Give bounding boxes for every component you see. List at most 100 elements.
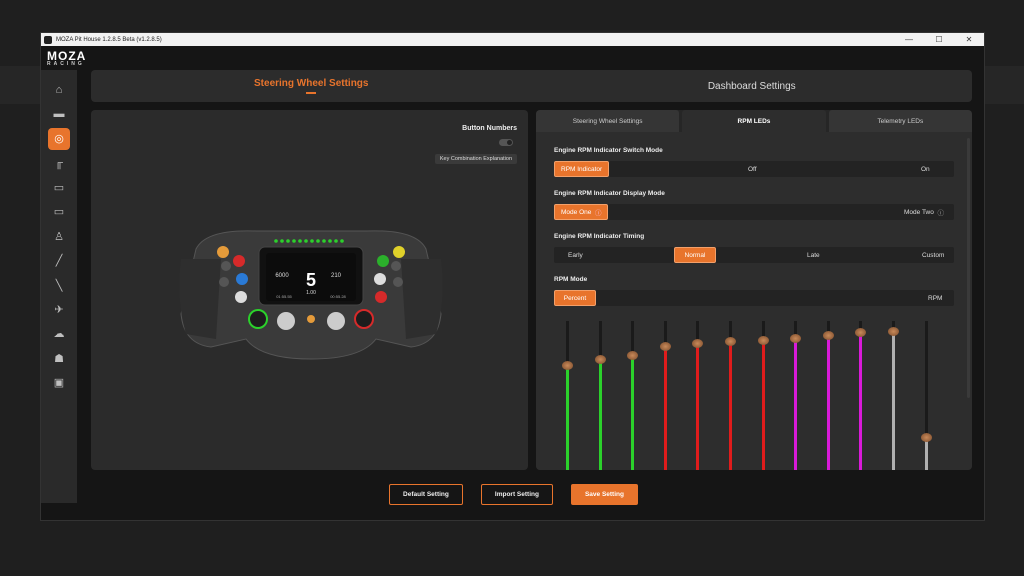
rpm-led-fill: [859, 333, 863, 470]
sidebar-item-home[interactable]: ⌂: [48, 79, 70, 101]
top-tab-bar: Steering Wheel Settings Dashboard Settin…: [91, 70, 972, 102]
option-percent[interactable]: Percent: [554, 290, 596, 306]
display-time2: 00:55.28: [330, 294, 346, 299]
subtab-telemetry-leds[interactable]: Telemetry LEDs: [828, 110, 972, 132]
rpm-led-slider-10[interactable]: [855, 321, 867, 470]
rpm-led-fill: [924, 438, 928, 470]
option-custom[interactable]: Custom: [916, 247, 950, 263]
option-mode-one[interactable]: Mode One ⓘ: [554, 204, 609, 220]
display-value3: 1.00: [306, 290, 316, 296]
rpm-led-handle[interactable]: [790, 334, 802, 343]
title-bar: MOZA Pit House 1.2.8.5 Beta (v1.2.8.5) —…: [41, 33, 984, 46]
import-setting-button[interactable]: Import Setting: [480, 484, 553, 505]
display-speed: 6000: [275, 273, 289, 279]
sub-tab-bar: Steering Wheel Settings RPM LEDs Telemet…: [536, 110, 972, 132]
tab-label: Dashboard Settings: [707, 80, 796, 92]
sidebar-item-user[interactable]: ☗: [48, 347, 70, 369]
rpm-led-fill: [794, 339, 798, 470]
window-title: MOZA Pit House 1.2.8.5 Beta (v1.2.8.5): [56, 36, 162, 43]
home-icon: ⌂: [55, 84, 63, 96]
rpm-led-fill: [826, 336, 830, 470]
sidebar-item-steering-wheel[interactable]: ◎: [48, 127, 70, 150]
rpm-led-handle[interactable]: [692, 338, 704, 348]
sidebar-item-cloud[interactable]: ☁: [48, 323, 70, 345]
option-mode-two[interactable]: Mode Two ⓘ: [898, 204, 950, 220]
rpm-led-fill: [892, 331, 895, 470]
rpm-led-slider-11[interactable]: [888, 321, 899, 470]
rpm-led-slider-12[interactable]: [920, 321, 932, 470]
rpm-led-sliders: [554, 319, 954, 470]
sidebar-item-chat[interactable]: ▣: [48, 372, 70, 394]
option-rpm-indicator[interactable]: RPM Indicator: [554, 161, 610, 177]
rpm-led-handle[interactable]: [822, 331, 834, 340]
rpm-led-slider-2[interactable]: [594, 321, 606, 470]
save-setting-button[interactable]: Save Setting: [570, 484, 638, 505]
shifter-icon: ♙: [54, 230, 64, 243]
minimize-icon[interactable]: —: [894, 35, 924, 44]
sidebar-item-handbrake[interactable]: ╱: [48, 250, 70, 272]
rpm-led-slider-8[interactable]: [790, 321, 802, 470]
rpm-led-fill: [663, 346, 667, 470]
option-early[interactable]: Early: [562, 247, 589, 263]
wheel-preview-panel: Button Numbers Key Combination Explanati…: [91, 110, 528, 470]
rpm-led-handle[interactable]: [659, 341, 671, 351]
rpm-settings-panel: Steering Wheel Settings RPM LEDs Telemet…: [536, 110, 972, 470]
logo-subtext: RACING: [47, 61, 85, 67]
rpm-led-handle[interactable]: [855, 328, 867, 337]
rpm-led-slider-5[interactable]: [692, 321, 704, 470]
rpm-led-slider-6[interactable]: [725, 321, 736, 470]
subtab-rpm-leds[interactable]: RPM LEDs: [682, 110, 826, 132]
rpm-led-handle[interactable]: [562, 361, 573, 370]
tab-steering-wheel-settings[interactable]: Steering Wheel Settings: [91, 70, 532, 102]
bottom-button-bar: Default Setting Import Setting Save Sett…: [41, 484, 986, 505]
rpm-led-slider-3[interactable]: [627, 321, 639, 470]
sidebar-item-pedals[interactable]: ╓: [48, 152, 70, 174]
sidebar-item-display[interactable]: ▭: [48, 201, 70, 223]
rpm-led-slider-9[interactable]: [822, 321, 834, 470]
rpm-led-slider-1[interactable]: [562, 321, 573, 470]
option-on[interactable]: On: [915, 161, 936, 177]
rpm-led-fill: [598, 360, 602, 470]
rpm-led-handle[interactable]: [757, 335, 769, 345]
wheelbase-icon: ▬: [53, 108, 65, 121]
option-normal[interactable]: Normal: [674, 247, 716, 263]
pedals-icon: ╓: [55, 157, 63, 170]
close-icon[interactable]: ✕: [954, 35, 984, 44]
maximize-icon[interactable]: ☐: [924, 35, 954, 44]
sidebar-item-shifter[interactable]: ♙: [48, 225, 70, 247]
sidebar-item-sequential[interactable]: ╲: [48, 274, 70, 296]
option-off[interactable]: Off: [742, 161, 763, 177]
flight-icon: ✈: [54, 304, 64, 317]
default-setting-button[interactable]: Default Setting: [389, 484, 463, 505]
key-combination-button[interactable]: Key Combination Explanation: [434, 154, 517, 164]
display-mode-label: Engine RPM Indicator Display Mode: [554, 190, 665, 197]
display-time1: 01:55.55: [276, 294, 292, 299]
rpm-led-slider-7[interactable]: [757, 321, 769, 470]
rpm-led-fill: [729, 342, 732, 470]
subtab-steering-wheel-settings[interactable]: Steering Wheel Settings: [536, 110, 680, 132]
button-numbers-toggle[interactable]: [499, 139, 513, 146]
sidebar-item-flight[interactable]: ✈: [48, 299, 70, 321]
sidebar-item-wheelbase[interactable]: ▬: [48, 103, 70, 125]
rpm-mode-selector: Percent RPM: [554, 290, 954, 306]
tab-dashboard-settings[interactable]: Dashboard Settings: [532, 70, 973, 102]
info-icon: ⓘ: [937, 210, 945, 217]
timing-selector: Early Normal Late Custom: [554, 247, 954, 263]
rpm-led-handle[interactable]: [920, 433, 932, 442]
rpm-led-slider-4[interactable]: [659, 321, 671, 470]
steering-wheel-icon: ◎: [54, 133, 64, 146]
rpm-led-handle[interactable]: [627, 350, 639, 360]
sidebar-item-dashboard[interactable]: ▭: [48, 177, 70, 199]
rpm-led-handle[interactable]: [888, 326, 899, 336]
display-gear: 5: [306, 270, 316, 290]
user-icon: ☗: [54, 352, 64, 365]
rpm-led-handle[interactable]: [594, 355, 606, 364]
option-rpm[interactable]: RPM: [922, 290, 948, 306]
button-numbers-label: Button Numbers: [462, 125, 517, 132]
switch-mode-label: Engine RPM Indicator Switch Mode: [554, 147, 663, 154]
sidebar: ⌂ ▬ ◎ ╓ ▭ ▭ ♙ ╱ ╲ ✈ ☁ ☗ ▣: [41, 70, 77, 503]
rpm-led-handle[interactable]: [725, 337, 736, 346]
vertical-scrollbar[interactable]: [967, 138, 970, 398]
handbrake-icon: ╱: [55, 255, 63, 268]
option-late[interactable]: Late: [801, 247, 826, 263]
